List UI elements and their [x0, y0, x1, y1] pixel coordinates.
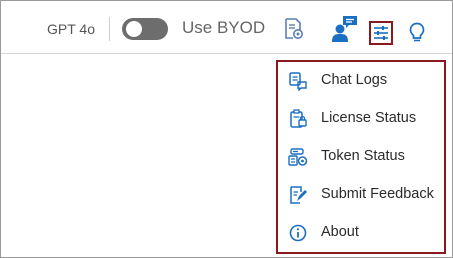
- settings-sliders-icon: [374, 26, 388, 40]
- settings-dropdown-menu: Chat Logs License Status Token Status Su…: [276, 60, 446, 254]
- menu-item-submit-feedback[interactable]: Submit Feedback: [278, 176, 444, 214]
- user-chat-icon[interactable]: [332, 15, 358, 43]
- menu-item-label: Chat Logs: [321, 72, 388, 88]
- document-settings-icon[interactable]: [284, 18, 304, 40]
- settings-highlight[interactable]: [369, 21, 393, 45]
- menu-item-label: Submit Feedback: [321, 186, 434, 202]
- token-status-icon: [288, 147, 308, 167]
- menu-item-label: Token Status: [321, 148, 405, 164]
- byod-toggle[interactable]: [122, 18, 168, 40]
- menu-item-about[interactable]: About: [278, 214, 444, 252]
- toolbar-divider: [109, 17, 110, 41]
- toggle-knob: [126, 21, 142, 37]
- menu-item-chat-logs[interactable]: Chat Logs: [278, 62, 444, 100]
- chat-log-icon: [288, 71, 308, 92]
- menu-item-token-status[interactable]: Token Status: [278, 138, 444, 176]
- feedback-icon: [288, 185, 308, 205]
- menu-item-license-status[interactable]: License Status: [278, 100, 444, 138]
- lightbulb-icon[interactable]: [409, 22, 425, 44]
- byod-label: Use BYOD: [182, 18, 266, 37]
- menu-item-label: License Status: [321, 110, 417, 126]
- top-toolbar: GPT 4o Use BYOD: [1, 1, 452, 54]
- app-frame: GPT 4o Use BYOD Chat Logs License Status…: [0, 0, 453, 258]
- license-status-icon: [288, 109, 308, 129]
- info-icon: [288, 223, 308, 243]
- menu-item-label: About: [321, 224, 359, 240]
- model-label: GPT 4o: [47, 21, 95, 37]
